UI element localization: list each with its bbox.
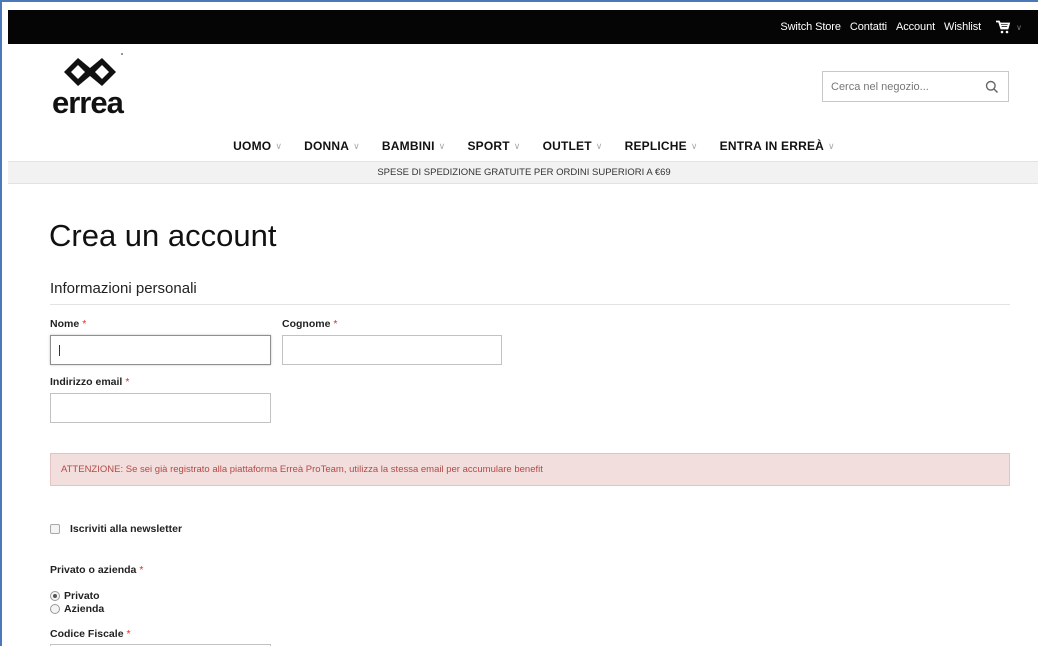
- notice-message: ATTENZIONE: Se sei già registrato alla p…: [50, 453, 1010, 486]
- email-field[interactable]: [50, 393, 271, 423]
- page-frame: Switch Store Contatti Account Wishlist ∨…: [0, 0, 1038, 646]
- radio-label-privato: Privato: [64, 590, 100, 602]
- required-mark: *: [126, 628, 131, 640]
- chevron-down-icon: ∨: [595, 140, 603, 151]
- cognome-field[interactable]: [282, 335, 502, 365]
- cognome-label: Cognome *: [282, 318, 338, 330]
- chevron-down-icon: ∨: [513, 140, 521, 151]
- wishlist-link[interactable]: Wishlist: [944, 21, 981, 33]
- search-icon[interactable]: [985, 80, 999, 94]
- radio-button-privato[interactable]: [50, 591, 60, 601]
- nav-item-sport[interactable]: SPORT ∨: [467, 139, 520, 153]
- nome-label: Nome *: [50, 318, 87, 330]
- text-cursor: [59, 345, 60, 356]
- nav-item-bambini[interactable]: BAMBINI ∨: [382, 139, 446, 153]
- chevron-down-icon: ∨: [828, 140, 835, 151]
- nav-item-donna[interactable]: DONNA ∨: [304, 139, 360, 153]
- account-link[interactable]: Account: [896, 21, 935, 33]
- email-label: Indirizzo email *: [50, 376, 130, 388]
- contatti-link[interactable]: Contatti: [850, 21, 887, 33]
- errea-logo[interactable]: errea: [50, 52, 130, 118]
- radio-azienda[interactable]: Azienda: [50, 603, 104, 615]
- required-mark: *: [139, 564, 144, 576]
- chevron-down-icon: ∨: [275, 140, 283, 151]
- search-input[interactable]: [831, 80, 981, 93]
- top-bar: Switch Store Contatti Account Wishlist ∨: [8, 10, 1038, 44]
- main-nav: UOMO ∨ DONNA ∨ BAMBINI ∨ SPORT ∨ OUTLET ∨ REP…: [8, 139, 1038, 153]
- radio-privato[interactable]: Privato: [50, 590, 100, 602]
- radio-button-azienda[interactable]: [50, 604, 60, 614]
- codice-fiscale-label: Codice Fiscale *: [50, 628, 131, 640]
- newsletter-option[interactable]: Iscriviti alla newsletter: [50, 523, 182, 535]
- nav-item-repliche[interactable]: REPLICHE ∨: [625, 139, 698, 153]
- cart-button[interactable]: ∨: [995, 20, 1022, 34]
- page-title: Crea un account: [49, 218, 277, 253]
- nome-field[interactable]: [50, 335, 271, 365]
- newsletter-label: Iscriviti alla newsletter: [70, 523, 183, 535]
- chevron-down-icon: ∨: [1016, 22, 1022, 32]
- cart-icon: [996, 20, 1011, 34]
- section-divider: [50, 304, 1010, 305]
- nav-item-outlet[interactable]: OUTLET ∨: [543, 139, 603, 153]
- nav-item-entra-in-errea[interactable]: ENTRA IN ERREÀ ∨: [720, 139, 835, 153]
- chevron-down-icon: ∨: [690, 140, 698, 151]
- chevron-down-icon: ∨: [353, 140, 360, 151]
- required-mark: *: [125, 376, 130, 388]
- required-mark: *: [333, 318, 338, 330]
- radio-label-azienda: Azienda: [64, 603, 105, 615]
- section-title: Informazioni personali: [50, 280, 197, 297]
- search-box: [822, 71, 1009, 102]
- newsletter-checkbox[interactable]: [50, 524, 60, 534]
- chevron-down-icon: ∨: [438, 140, 446, 151]
- tipo-label: Privato o azienda *: [50, 564, 144, 576]
- required-mark: *: [82, 318, 87, 330]
- switch-store-link[interactable]: Switch Store: [780, 21, 841, 33]
- promo-banner: SPESE DI SPEDIZIONE GRATUITE PER ORDINI …: [8, 161, 1038, 184]
- logo-wordmark: errea: [52, 85, 124, 120]
- nav-item-uomo[interactable]: UOMO ∨: [233, 139, 282, 153]
